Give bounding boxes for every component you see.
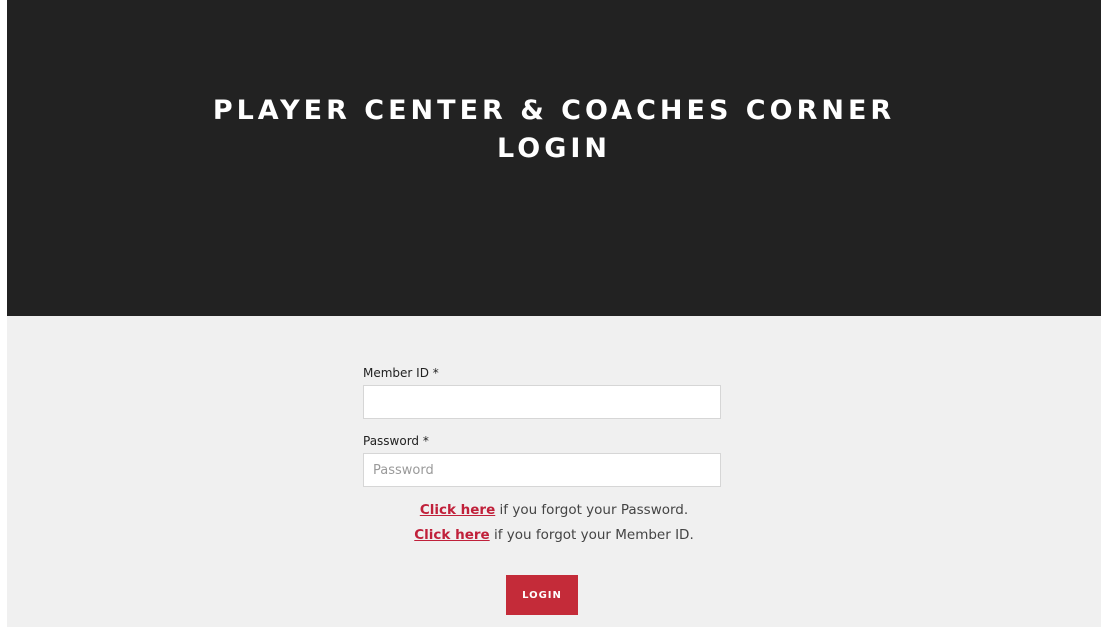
hero-banner: PLAYER CENTER & COACHES CORNER LOGIN xyxy=(7,0,1101,316)
member-id-label: Member ID * xyxy=(363,366,439,380)
page-title: PLAYER CENTER & COACHES CORNER LOGIN xyxy=(7,92,1101,168)
member-id-input[interactable] xyxy=(363,385,721,419)
forgot-password-link[interactable]: Click here xyxy=(420,502,495,518)
forgot-password-line: Click here if you forgot your Password. xyxy=(7,502,1101,518)
page-title-line-1: PLAYER CENTER & COACHES CORNER xyxy=(212,95,896,126)
page-title-line-2: LOGIN xyxy=(497,133,611,164)
forgot-password-text: if you forgot your Password. xyxy=(495,502,689,518)
page: PLAYER CENTER & COACHES CORNER LOGIN Mem… xyxy=(0,0,1101,627)
forgot-member-id-link[interactable]: Click here xyxy=(414,527,489,543)
login-form: Member ID * Password * Click here if you… xyxy=(7,316,1101,627)
login-button[interactable]: LOGIN xyxy=(506,575,578,615)
forgot-member-id-line: Click here if you forgot your Member ID. xyxy=(7,527,1101,543)
password-input[interactable] xyxy=(363,453,721,487)
password-label: Password * xyxy=(363,434,429,448)
forgot-member-id-text: if you forgot your Member ID. xyxy=(489,527,694,543)
